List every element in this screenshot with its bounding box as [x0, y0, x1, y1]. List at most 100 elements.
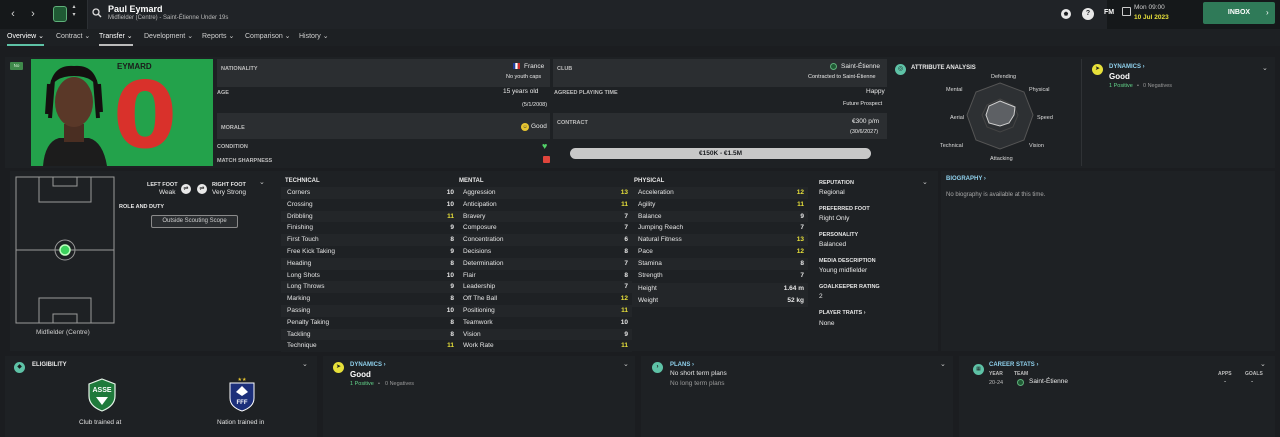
nationality-value[interactable]: France: [524, 63, 544, 70]
attribute-value: 8: [450, 295, 454, 303]
attribute-row[interactable]: Work Rate 11: [457, 340, 632, 353]
attribute-row[interactable]: Long Throws 9: [281, 281, 458, 294]
attribute-row[interactable]: Agility 11: [632, 198, 808, 211]
attribute-row[interactable]: Decisions 8: [457, 246, 632, 258]
chevron-updown-icon[interactable]: ▴ ▾: [70, 3, 78, 25]
career-team[interactable]: Saint-Étienne: [1029, 378, 1068, 385]
attribute-row[interactable]: Flair 8: [457, 269, 632, 282]
attribute-row[interactable]: Long Shots 10: [281, 269, 458, 282]
attribute-row[interactable]: Anticipation 11: [457, 198, 632, 211]
contract-sub: (30/6/2027): [850, 129, 879, 135]
attribute-row[interactable]: Concentration 6: [457, 234, 632, 246]
biography-panel: [941, 171, 1275, 351]
player-traits-label[interactable]: PLAYER TRAITS ›: [819, 310, 866, 316]
fm-logo[interactable]: FM: [1104, 9, 1114, 16]
attribute-row[interactable]: First Touch 8: [281, 234, 458, 246]
attribute-row[interactable]: Off The Ball 12: [457, 293, 632, 305]
attribute-row[interactable]: Passing 10: [281, 305, 458, 317]
attribute-row[interactable]: Corners 10: [281, 187, 458, 199]
age-value: 15 years old: [503, 88, 539, 95]
forward-icon[interactable]: ›: [26, 0, 40, 29]
attribute-row[interactable]: Jumping Reach 7: [632, 222, 808, 235]
attribute-row[interactable]: Pace 12: [632, 246, 808, 258]
career-year: 20-24: [989, 380, 1004, 386]
inbox-button[interactable]: INBOX: [1203, 2, 1275, 24]
attribute-name: Passing: [287, 307, 311, 314]
club-value[interactable]: Saint-Étienne: [841, 63, 880, 70]
tab-contract[interactable]: Contract ⌄: [56, 29, 90, 46]
attribute-row[interactable]: Penalty Taking 8: [281, 316, 458, 329]
attribute-name: Marking: [287, 295, 311, 303]
chevron-down-icon[interactable]: ⌄: [302, 360, 308, 368]
attribute-row[interactable]: Bravery 7: [457, 210, 632, 223]
attribute-row[interactable]: Crossing 10: [281, 198, 458, 211]
calendar-icon[interactable]: [1122, 7, 1131, 16]
tab-comparison[interactable]: Comparison ⌄: [245, 29, 291, 46]
plans-title[interactable]: PLANS ›: [670, 362, 694, 368]
attribute-name: Corners: [287, 189, 311, 196]
attribute-row[interactable]: Aggression 13: [457, 187, 632, 199]
attribute-row[interactable]: Natural Fitness 13: [632, 234, 808, 246]
attribute-name: Off The Ball: [463, 295, 498, 303]
scouting-scope-button[interactable]: Outside Scouting Scope: [151, 215, 238, 228]
attribute-name: Determination: [463, 259, 504, 267]
dynamics-icon: ➤: [1092, 64, 1103, 75]
football-icon[interactable]: [1060, 8, 1072, 20]
attribute-row[interactable]: Composure 7: [457, 222, 632, 235]
attribute-row[interactable]: Dribbling 11: [281, 210, 458, 223]
chevron-down-icon[interactable]: ⌄: [940, 360, 946, 368]
biography-text: No biography is available at this time.: [946, 192, 1046, 198]
current-date[interactable]: 10 Jul 2023: [1134, 14, 1169, 21]
attribute-row[interactable]: Heading 8: [281, 257, 458, 270]
help-icon[interactable]: ?: [1082, 8, 1094, 20]
attribute-row[interactable]: Teamwork 10: [457, 316, 632, 329]
attribute-row[interactable]: Free Kick Taking 9: [281, 246, 458, 258]
club-trained-label: Club trained at: [79, 419, 122, 426]
search-icon[interactable]: [92, 8, 102, 18]
tab-history[interactable]: History ⌄: [299, 29, 329, 46]
dynamics-bottom-title[interactable]: DYNAMICS ›: [350, 362, 386, 368]
value-range-bar[interactable]: €150K - €1.5M: [570, 148, 871, 159]
attribute-row[interactable]: Stamina 8: [632, 257, 808, 270]
career-stats-title[interactable]: CAREER STATS ›: [989, 362, 1038, 368]
tab-transfer[interactable]: Transfer ⌄: [99, 29, 133, 46]
attribute-radar[interactable]: Defending Physical Speed Vision Attackin…: [940, 70, 1060, 166]
tab-reports[interactable]: Reports ⌄: [202, 29, 234, 46]
attribute-row[interactable]: Strength 7: [632, 269, 808, 282]
chevron-down-icon[interactable]: ⌄: [922, 178, 928, 186]
pitch-diagram[interactable]: [15, 176, 115, 326]
nation-crest-large[interactable]: ★★ FFF: [228, 376, 256, 412]
age-label: AGE: [217, 90, 229, 96]
attribute-value: 12: [796, 189, 804, 196]
attribute-value: 11: [621, 200, 628, 208]
attribute-row[interactable]: Marking 8: [281, 293, 458, 305]
club-crest-large[interactable]: ASSE: [87, 378, 117, 412]
attribute-value: 7: [800, 224, 804, 232]
attribute-row[interactable]: Vision 9: [457, 328, 632, 341]
biography-title[interactable]: BIOGRAPHY ›: [946, 176, 986, 182]
contract-value: €300 p/m: [852, 118, 880, 125]
chevron-down-icon[interactable]: ⌄: [1260, 360, 1266, 368]
tab-overview[interactable]: Overview ⌄: [7, 29, 44, 46]
attribute-row[interactable]: Acceleration 12: [632, 187, 808, 199]
club-crest-icon[interactable]: [53, 6, 67, 22]
chevron-down-icon[interactable]: ⌄: [623, 360, 629, 368]
attribute-row[interactable]: Positioning 11: [457, 305, 632, 317]
weight-row: Weight 52 kg: [632, 295, 808, 307]
attribute-row[interactable]: Technique 11: [281, 340, 458, 353]
attribute-row[interactable]: Finishing 9: [281, 222, 458, 235]
player-name[interactable]: Paul Eymard: [108, 4, 163, 14]
chevron-down-icon[interactable]: ⌄: [1262, 64, 1268, 72]
attribute-value: 11: [621, 342, 628, 350]
current-day[interactable]: Mon 09:00: [1134, 4, 1165, 11]
chevron-down-icon[interactable]: ⌄: [259, 178, 265, 186]
attribute-row[interactable]: Determination 7: [457, 257, 632, 270]
attribute-row[interactable]: Tackling 8: [281, 328, 458, 341]
attribute-name: Finishing: [287, 224, 314, 232]
back-icon[interactable]: ‹: [6, 0, 20, 29]
tab-development[interactable]: Development ⌄: [144, 29, 193, 46]
dynamics-title[interactable]: DYNAMICS ›: [1109, 64, 1145, 70]
attribute-row[interactable]: Leadership 7: [457, 281, 632, 294]
info-row-contract: [553, 113, 887, 139]
attribute-row[interactable]: Balance 9: [632, 210, 808, 223]
